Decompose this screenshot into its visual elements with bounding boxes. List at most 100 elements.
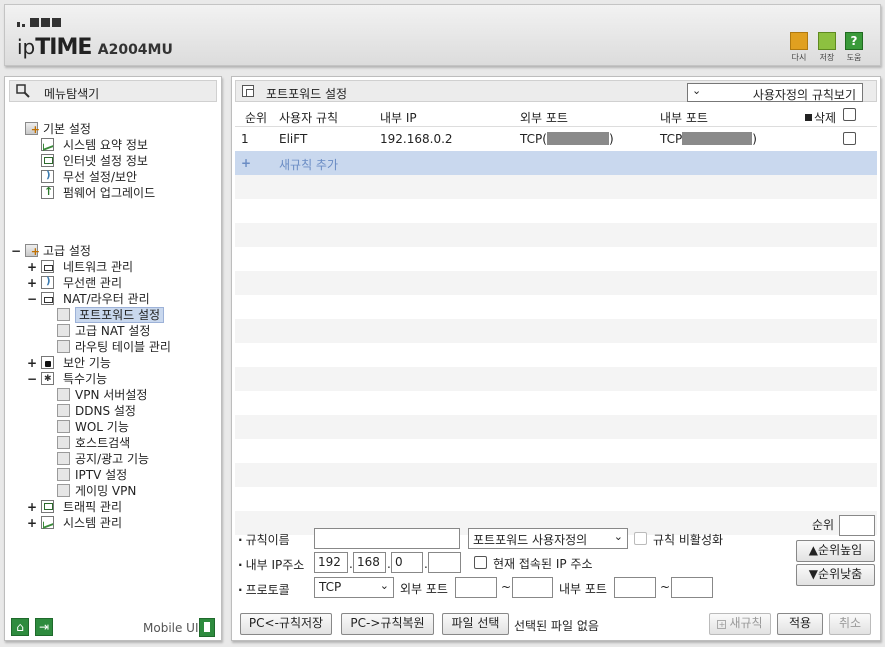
tree-label: 포트포워드 설정 xyxy=(75,307,165,323)
internal-port-end[interactable] xyxy=(671,577,713,598)
select-all-checkbox[interactable] xyxy=(843,108,856,121)
tree-label: WOL 기능 xyxy=(75,420,129,434)
network-icon xyxy=(41,260,54,273)
redacted-block xyxy=(682,132,753,145)
cancel-button[interactable]: 취소 xyxy=(829,613,871,635)
save-button[interactable]: 저장 xyxy=(814,32,840,63)
collapse-toggle-icon[interactable]: − xyxy=(11,243,21,259)
table-row[interactable]: 1 EliFT 192.168.0.2 TCP() TCP) xyxy=(235,127,877,151)
rule-view-select[interactable]: ⌄ 사용자정의 규칙보기 xyxy=(687,83,863,102)
expand-toggle-icon[interactable]: + xyxy=(27,499,37,515)
wireless-icon xyxy=(41,168,54,184)
header-bar: ipTIME A2004MU 다시 저장 ? 도움 xyxy=(4,4,881,66)
page-icon xyxy=(57,340,70,353)
page-icon xyxy=(57,404,70,417)
save-label: 저장 xyxy=(819,53,835,62)
port-forward-panel: 포트포워드 설정 ⌄ 사용자정의 규칙보기 순위 사용자 규칙 내부 IP 외부… xyxy=(231,76,881,641)
priority-down-button[interactable]: ▼순위낮춤 xyxy=(796,564,875,586)
menu-explorer-title-bar: 메뉴탐색기 xyxy=(9,80,217,102)
tree-label: 트래픽 관리 xyxy=(63,500,123,514)
brand-prefix: ip xyxy=(17,35,36,59)
col-delete-label: 삭제 xyxy=(814,111,837,125)
home-icon[interactable]: ⌂ xyxy=(11,618,29,636)
menu-explorer-title: 메뉴탐색기 xyxy=(44,87,100,101)
tree-label: 특수기능 xyxy=(63,372,108,386)
empty-row xyxy=(235,175,877,199)
rule-internal-port: TCP) xyxy=(660,132,757,146)
empty-row xyxy=(235,295,877,319)
protocol-label: 프로토콜 xyxy=(238,581,290,598)
empty-row xyxy=(235,247,877,271)
empty-row xyxy=(235,271,877,295)
file-select-button[interactable]: 파일 선택 xyxy=(442,613,509,635)
external-port-end[interactable] xyxy=(512,577,553,598)
logout-icon[interactable]: ⇥ xyxy=(35,618,53,636)
folder-icon xyxy=(25,122,40,138)
rule-external-close: ) xyxy=(608,132,614,146)
tree-label: 네트워크 관리 xyxy=(63,260,134,274)
rule-external-proto: TCP( xyxy=(520,132,547,146)
magnifier-icon xyxy=(16,84,30,98)
disable-rule-checkbox[interactable] xyxy=(634,532,647,545)
rule-name-input[interactable] xyxy=(314,528,460,549)
apply-button[interactable]: 적용 xyxy=(777,613,823,635)
external-port-start[interactable] xyxy=(455,577,497,598)
order-input[interactable] xyxy=(839,515,875,536)
rule-edit-form: 규칙이름 포트포워드 사용자정의⌄ 규칙 비활성화 내부 IP주소 192 . … xyxy=(232,515,880,639)
sidebar-footer: ⌂ ⇥ Mobile UI xyxy=(5,615,221,641)
external-port-label: 외부 포트 xyxy=(400,582,448,596)
page-icon xyxy=(57,420,70,433)
rule-order: 1 xyxy=(241,132,249,146)
upgrade-icon xyxy=(41,184,54,200)
protocol-value: TCP xyxy=(319,580,342,594)
add-rule-icon: + xyxy=(241,156,252,170)
collapse-toggle-icon[interactable]: − xyxy=(27,291,37,307)
rule-internal-proto: TCP xyxy=(660,132,683,146)
add-rule-row[interactable]: + 새규칙 추가 xyxy=(235,151,877,175)
rule-delete-checkbox[interactable] xyxy=(843,132,856,145)
ip-octet-3[interactable]: 0 xyxy=(391,552,423,573)
expand-toggle-icon[interactable]: + xyxy=(27,275,37,291)
empty-row xyxy=(235,415,877,439)
col-rule-name: 사용자 규칙 xyxy=(279,111,339,125)
expand-toggle-icon[interactable]: + xyxy=(27,355,37,371)
mobile-phone-icon[interactable] xyxy=(199,618,215,637)
save-rules-to-pc-button[interactable]: PC<-규칙저장 xyxy=(240,613,332,635)
col-delete: 삭제 xyxy=(805,109,836,126)
ip-octet-2[interactable]: 168 xyxy=(353,552,386,573)
restart-button[interactable]: 다시 xyxy=(786,32,812,63)
tree-label: 펌웨어 업그레이드 xyxy=(63,186,156,200)
no-file-label: 선택된 파일 없음 xyxy=(514,619,599,633)
tree-label: 기본 설정 xyxy=(43,122,91,136)
internal-port-start[interactable] xyxy=(614,577,656,598)
empty-row xyxy=(235,319,877,343)
expand-toggle-icon[interactable]: + xyxy=(27,515,37,531)
rule-type-value: 포트포워드 사용자정의 xyxy=(473,533,588,547)
rule-external-port: TCP() xyxy=(520,132,614,146)
current-ip-checkbox[interactable] xyxy=(474,556,487,569)
empty-row xyxy=(235,391,877,415)
collapse-toggle-icon[interactable]: − xyxy=(27,371,37,387)
col-external-port: 외부 포트 xyxy=(520,111,568,125)
ip-octet-1[interactable]: 192 xyxy=(314,552,348,573)
rule-internal-ip: 192.168.0.2 xyxy=(380,132,453,146)
priority-up-button[interactable]: ▲순위높임 xyxy=(796,540,875,562)
rule-type-select[interactable]: 포트포워드 사용자정의 ⌄ xyxy=(468,528,628,549)
help-button[interactable]: ? 도움 xyxy=(841,32,867,63)
protocol-select[interactable]: TCP ⌄ xyxy=(314,577,394,598)
page-icon xyxy=(57,436,70,449)
wireless-icon xyxy=(41,274,54,290)
restore-rules-from-pc-button[interactable]: PC->규칙복원 xyxy=(341,613,434,635)
rule-internal-close: ) xyxy=(752,132,757,146)
new-rule-button[interactable]: + 새규칙 xyxy=(709,613,771,635)
page-icon xyxy=(57,452,70,465)
empty-row xyxy=(235,367,877,391)
page-icon xyxy=(57,484,70,497)
order-label: 순위 xyxy=(812,518,835,532)
mobile-ui-link[interactable]: Mobile UI xyxy=(143,621,199,635)
expand-toggle-icon[interactable]: + xyxy=(27,259,37,275)
tree-label: 호스트검색 xyxy=(75,436,131,450)
save-icon xyxy=(818,32,836,50)
tree-label: 공지/광고 기능 xyxy=(75,452,150,466)
ip-octet-4[interactable] xyxy=(428,552,461,573)
